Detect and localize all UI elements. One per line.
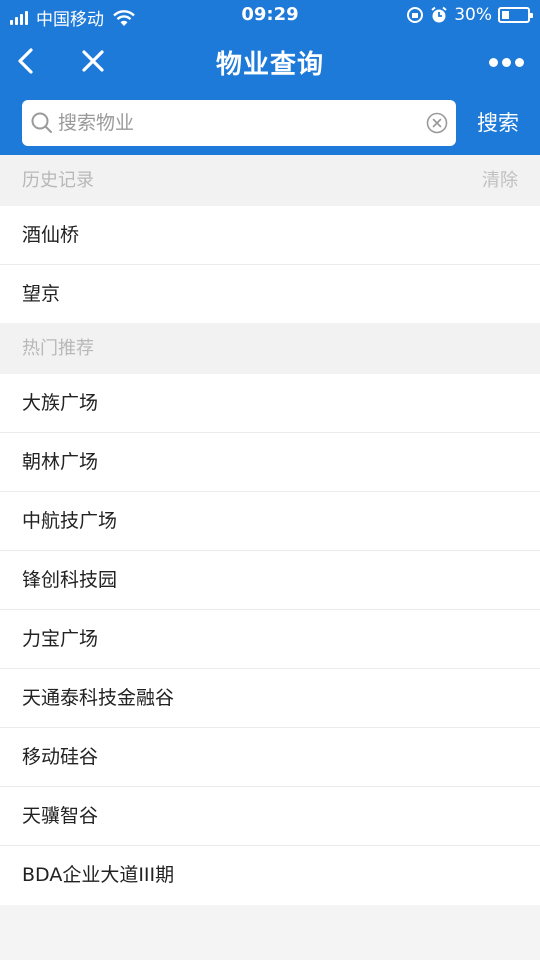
alarm-clock-icon <box>431 6 447 23</box>
history-title: 历史记录 <box>22 170 94 191</box>
hot-item[interactable]: 锋创科技园 <box>0 551 540 610</box>
hot-item[interactable]: 大族广场 <box>0 374 540 433</box>
more-dots-icon[interactable] <box>485 58 524 67</box>
orientation-lock-icon <box>407 7 424 23</box>
hot-item[interactable]: 中航技广场 <box>0 492 540 551</box>
page-bottom <box>0 905 540 960</box>
page-title: 物业查询 <box>215 50 324 80</box>
hot-item[interactable]: 移动硅谷 <box>0 728 540 787</box>
hot-item[interactable]: 力宝广场 <box>0 610 540 669</box>
battery-icon <box>498 7 533 23</box>
hot-item[interactable]: 天骥智谷 <box>0 787 540 846</box>
search-icon <box>31 112 52 133</box>
hot-item[interactable]: 朝林广场 <box>0 433 540 492</box>
hot-header: 热门推荐 <box>0 323 540 374</box>
history-header: 历史记录 清除 <box>0 155 540 206</box>
hot-title: 热门推荐 <box>22 338 94 359</box>
search-box[interactable] <box>22 100 456 146</box>
hot-item[interactable]: BDA企业大道III期 <box>0 846 540 905</box>
search-bar: 搜索 <box>0 92 540 155</box>
history-list: 酒仙桥 望京 <box>0 206 540 324</box>
status-right: 30% <box>406 5 533 25</box>
search-input[interactable] <box>58 100 418 146</box>
history-item[interactable]: 望京 <box>0 265 540 324</box>
nav-bar: 物业查询 <box>0 30 540 92</box>
hot-list: 大族广场 朝林广场 中航技广场 锋创科技园 力宝广场 天通泰科技金融谷 移动硅谷… <box>0 374 540 905</box>
hot-item[interactable]: 天通泰科技金融谷 <box>0 669 540 728</box>
search-button[interactable]: 搜索 <box>466 100 530 146</box>
clear-history-button[interactable]: 清除 <box>482 155 518 206</box>
status-bar: 中国移动 09:29 30% <box>0 0 540 30</box>
clear-input-icon[interactable] <box>426 112 448 134</box>
history-item[interactable]: 酒仙桥 <box>0 206 540 265</box>
battery-percent: 30% <box>454 5 492 25</box>
